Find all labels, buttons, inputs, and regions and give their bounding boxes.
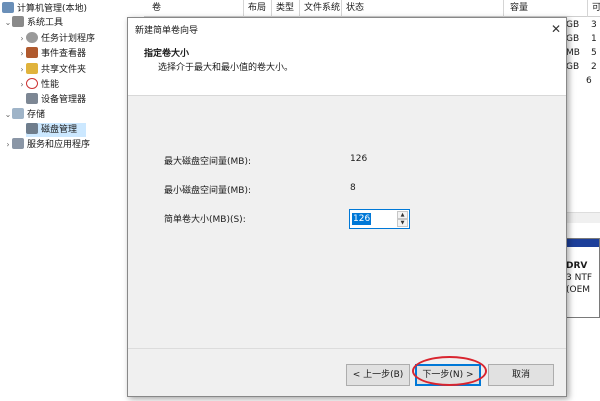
list-cell: GB <box>566 62 580 72</box>
column-header-type[interactable]: 类型 <box>272 0 300 17</box>
disk-icon <box>26 123 38 134</box>
wizard-button-row: < 上一步(B) 下一步(N) > 取消 <box>128 348 566 396</box>
list-cell: GB <box>566 34 580 44</box>
chevron-right-icon[interactable]: › <box>18 32 26 46</box>
volume-size-stepper[interactable]: 126 ▲ ▼ <box>349 209 410 229</box>
cancel-button[interactable]: 取消 <box>488 364 554 386</box>
min-size-value: 8 <box>350 183 356 193</box>
list-cell: 5 <box>591 48 597 58</box>
column-header-layout[interactable]: 布局 <box>244 0 272 17</box>
tree-item-system-tools[interactable]: ⌄ 系统工具 <box>4 16 63 30</box>
tree-item-device-manager[interactable]: 设备管理器 <box>26 93 86 107</box>
list-cell: 1 <box>591 34 597 44</box>
partition-filesystem: 3 NTF <box>566 273 592 283</box>
volume-size-selected-text: 126 <box>352 213 372 225</box>
clock-icon <box>26 32 38 43</box>
list-cell: 3 <box>591 20 597 30</box>
wizard-step-title: 指定卷大小 <box>144 49 190 59</box>
list-cell: 2 <box>591 62 597 72</box>
chevron-right-icon[interactable]: › <box>18 78 26 92</box>
tree-item-task-scheduler[interactable]: › 任务计划程序 <box>18 32 95 46</box>
stepper-up-icon[interactable]: ▲ <box>397 211 408 219</box>
column-header-filesystem[interactable]: 文件系统 <box>300 0 342 17</box>
next-button[interactable]: 下一步(N) > <box>415 364 481 386</box>
chevron-down-icon[interactable]: ⌄ <box>4 16 12 30</box>
volume-size-label: 简单卷大小(MB)(S): <box>164 215 246 225</box>
chevron-right-icon[interactable]: › <box>18 63 26 77</box>
disk-partition-block[interactable]: DRV 3 NTF (OEM <box>563 238 600 318</box>
computer-icon <box>2 2 14 13</box>
event-log-icon <box>26 47 38 58</box>
shared-folder-icon <box>26 63 38 74</box>
partition-type: (OEM <box>566 285 591 295</box>
max-size-value: 126 <box>350 154 368 164</box>
stepper-buttons: ▲ ▼ <box>397 211 408 227</box>
tree-item-performance[interactable]: › 性能 <box>18 78 59 92</box>
stepper-down-icon[interactable]: ▼ <box>397 219 408 227</box>
volume-list-header: 卷 布局 类型 文件系统 状态 容量 可 <box>144 0 600 17</box>
tree-item-disk-management[interactable]: 磁盘管理 <box>26 123 86 137</box>
partition-label: DRV <box>566 261 588 271</box>
max-size-label: 最大磁盘空间量(MB): <box>164 157 251 167</box>
chevron-down-icon[interactable]: ⌄ <box>4 108 12 122</box>
column-header-free[interactable]: 可 <box>588 0 600 17</box>
list-cell: MB <box>566 48 580 58</box>
wizard-header: 指定卷大小 选择介于最大和最小值的卷大小。 <box>128 40 566 96</box>
services-icon <box>12 138 24 149</box>
storage-icon <box>12 108 24 119</box>
dialog-title: 新建简单卷向导 <box>135 26 199 36</box>
device-manager-icon <box>26 93 38 104</box>
dialog-titlebar[interactable]: 新建简单卷向导 ✕ <box>128 18 566 40</box>
tree-item-shared-folders[interactable]: › 共享文件夹 <box>18 63 86 77</box>
tree-item-computer-management[interactable]: 计算机管理(本地) <box>2 2 87 16</box>
performance-icon <box>26 78 38 89</box>
tree-item-services-apps[interactable]: › 服务和应用程序 <box>4 138 90 152</box>
tools-icon <box>12 16 24 27</box>
chevron-right-icon[interactable]: › <box>4 138 12 152</box>
close-button[interactable]: ✕ <box>546 18 566 40</box>
min-size-label: 最小磁盘空间量(MB): <box>164 186 251 196</box>
back-button[interactable]: < 上一步(B) <box>346 364 410 386</box>
partition-color-bar <box>564 239 599 247</box>
column-header-capacity[interactable]: 容量 <box>504 0 588 17</box>
column-header-volume[interactable]: 卷 <box>148 0 244 17</box>
wizard-step-subtitle: 选择介于最大和最小值的卷大小。 <box>158 63 294 73</box>
new-simple-volume-wizard: 新建简单卷向导 ✕ 指定卷大小 选择介于最大和最小值的卷大小。 最大磁盘空间量(… <box>127 17 567 397</box>
navigation-tree: 计算机管理(本地) ⌄ 系统工具 › 任务计划程序 › 事件查看器 › 共享文件夹 › 性… <box>0 0 128 401</box>
tree-item-storage[interactable]: ⌄ 存储 <box>4 108 45 122</box>
tree-item-event-viewer[interactable]: › 事件查看器 <box>18 47 86 61</box>
chevron-right-icon[interactable]: › <box>18 47 26 61</box>
column-header-status[interactable]: 状态 <box>342 0 504 17</box>
list-cell: GB <box>566 20 580 30</box>
list-cell: 6 <box>586 76 592 86</box>
